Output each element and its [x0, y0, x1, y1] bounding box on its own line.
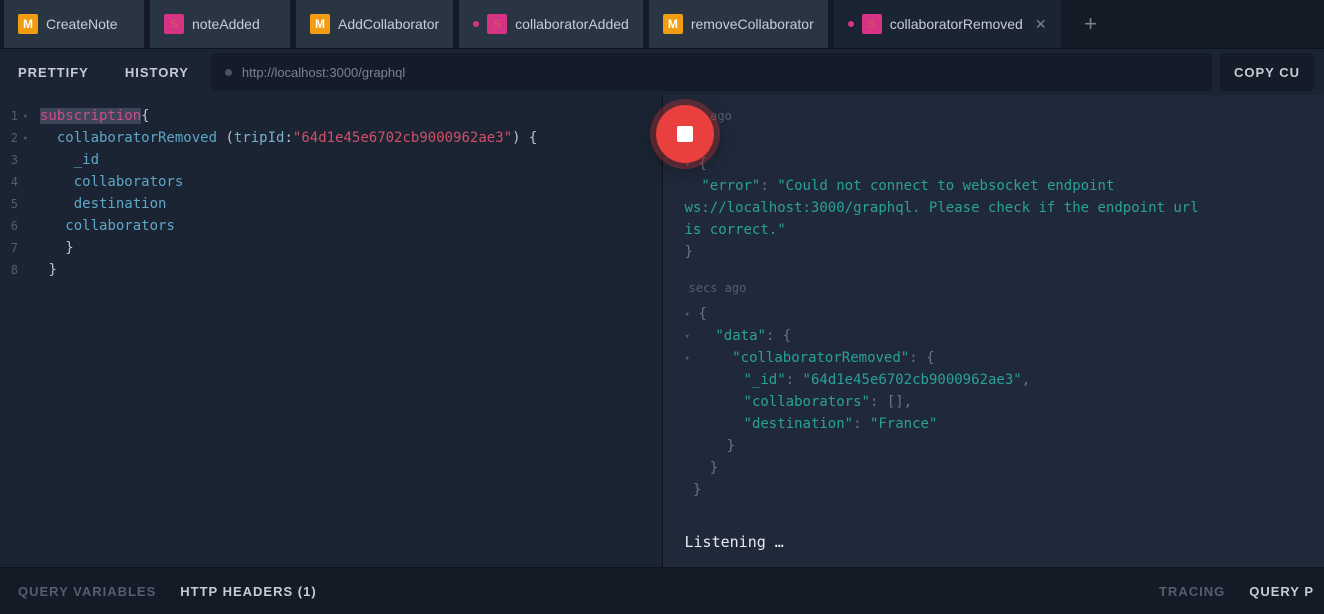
- prettify-button[interactable]: Prettify: [4, 53, 103, 91]
- tab-label: collaboratorRemoved: [890, 16, 1023, 32]
- tab-collaboratoradded[interactable]: S collaboratorAdded: [459, 0, 643, 48]
- line-gutter: 1▾ 2▾ 3 4 5 6 7 8: [0, 105, 34, 567]
- tab-label: CreateNote: [46, 16, 118, 32]
- mutation-badge-icon: M: [310, 14, 330, 34]
- listening-status: Listening …: [685, 531, 784, 553]
- unsaved-dot-icon: [473, 21, 479, 27]
- status-dot-icon: [225, 69, 232, 76]
- history-button[interactable]: History: [111, 53, 203, 91]
- copy-curl-button[interactable]: COPY CU: [1220, 53, 1314, 91]
- plus-icon: +: [1084, 13, 1097, 35]
- tab-bar: M CreateNote S noteAdded M AddCollaborat…: [0, 0, 1324, 48]
- subscription-badge-icon: S: [862, 14, 882, 34]
- tab-label: collaboratorAdded: [515, 16, 629, 32]
- timestamp-label: secs ago: [685, 273, 1309, 303]
- tab-addcollaborator[interactable]: M AddCollaborator: [296, 0, 453, 48]
- query-editor[interactable]: 1▾ 2▾ 3 4 5 6 7 8 subscription{ collabor…: [0, 95, 662, 567]
- http-headers-tab[interactable]: HTTP HEADERS (1): [180, 584, 316, 599]
- toolbar: Prettify History http://localhost:3000/g…: [0, 48, 1324, 95]
- stop-icon: [677, 126, 693, 142]
- unsaved-dot-icon: [848, 21, 854, 27]
- tracing-tab[interactable]: TRACING: [1159, 584, 1225, 599]
- endpoint-input[interactable]: http://localhost:3000/graphql: [211, 53, 1212, 91]
- tab-collaboratorremoved[interactable]: S collaboratorRemoved ✕: [834, 0, 1061, 48]
- tab-label: noteAdded: [192, 16, 260, 32]
- close-icon[interactable]: ✕: [1035, 16, 1047, 33]
- stop-button[interactable]: [656, 105, 714, 163]
- tab-noteadded[interactable]: S noteAdded: [150, 0, 290, 48]
- query-variables-tab[interactable]: QUERY VARIABLES: [18, 584, 156, 599]
- code-body: subscription{ collaboratorRemoved (tripI…: [34, 105, 662, 567]
- timestamp-label: in ago: [685, 101, 1309, 131]
- subscription-badge-icon: S: [164, 14, 184, 34]
- endpoint-url: http://localhost:3000/graphql: [242, 65, 405, 80]
- mutation-badge-icon: M: [663, 14, 683, 34]
- tab-createnote[interactable]: M CreateNote: [4, 0, 144, 48]
- main-area: 1▾ 2▾ 3 4 5 6 7 8 subscription{ collabor…: [0, 95, 1324, 567]
- subscription-badge-icon: S: [487, 14, 507, 34]
- new-tab-button[interactable]: +: [1067, 0, 1115, 48]
- tab-label: AddCollaborator: [338, 16, 439, 32]
- tab-removecollaborator[interactable]: M removeCollaborator: [649, 0, 828, 48]
- response-pane: in ago ▾{ ▾{ "error": "Could not connect…: [662, 95, 1324, 567]
- tab-label: removeCollaborator: [691, 16, 814, 32]
- query-plan-tab[interactable]: QUERY P: [1249, 584, 1314, 599]
- bottom-bar: QUERY VARIABLES HTTP HEADERS (1) TRACING…: [0, 567, 1324, 614]
- mutation-badge-icon: M: [18, 14, 38, 34]
